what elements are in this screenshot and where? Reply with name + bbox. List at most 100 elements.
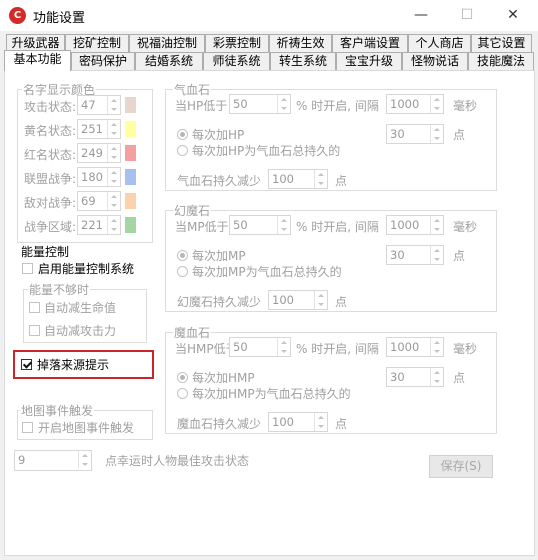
map-event-label: 开启地图事件触发 <box>38 421 135 435</box>
hp-low-input[interactable]: 50 <box>229 94 291 114</box>
auto-reduce-attack-checkbox[interactable] <box>29 325 40 336</box>
spin-arrows-icon[interactable] <box>107 216 120 234</box>
maximize-button[interactable]: ☐ <box>444 0 490 31</box>
color-label-hostile: 敌对战争: <box>24 196 77 210</box>
tab-basic-functions[interactable]: 基本功能 <box>4 50 71 71</box>
color-swatch-hostile <box>125 193 136 209</box>
tab-rebirth-system[interactable]: 转生系统 <box>270 52 336 70</box>
energy-control-title: 能量控制 <box>21 245 70 259</box>
mp-each-input[interactable]: 30 <box>386 245 444 265</box>
energy-enable-checkbox[interactable] <box>22 263 33 274</box>
energy-enable-label: 启用能量控制系统 <box>38 262 135 276</box>
spin-arrows-icon[interactable] <box>430 125 443 143</box>
auto-reduce-hp-label: 自动减生命值 <box>44 301 117 315</box>
tab-other-settings[interactable]: 其它设置 <box>471 34 532 52</box>
tab-marriage-system[interactable]: 结婚系统 <box>135 52 203 70</box>
tab-master-apprentice-system[interactable]: 师徒系统 <box>203 52 270 70</box>
mp-each-unit: 点 <box>453 249 466 263</box>
title-bar: C 功能设置 — ☐ ✕ <box>0 0 538 31</box>
spin-arrows-icon[interactable] <box>430 338 443 356</box>
hp-interval-input[interactable]: 1000 <box>386 94 444 114</box>
tab-mining-control[interactable]: 挖矿控制 <box>65 34 129 52</box>
tab-client-settings[interactable]: 客户端设置 <box>332 34 408 52</box>
color-input-hostile[interactable]: 69 <box>77 191 121 211</box>
tab-blessing-oil-control[interactable]: 祝福油控制 <box>129 34 205 52</box>
tab-monster-speech[interactable]: 怪物说话 <box>402 52 468 70</box>
spin-arrows-icon[interactable] <box>430 216 443 234</box>
hmp-each-radio[interactable] <box>177 372 188 383</box>
drop-hint-checkbox[interactable] <box>21 359 32 370</box>
tab-password-protection[interactable]: 密码保护 <box>71 52 135 70</box>
hmp-interval-input[interactable]: 1000 <box>386 337 444 357</box>
color-swatch-alliance <box>125 169 136 185</box>
mp-interval-unit: 毫秒 <box>453 220 478 234</box>
hp-each-radio[interactable] <box>177 129 188 140</box>
hp-each-input[interactable]: 30 <box>386 124 444 144</box>
mp-each-label: 每次加MP <box>192 249 246 263</box>
window-title: 功能设置 <box>33 11 86 26</box>
auto-reduce-attack-label: 自动减攻击力 <box>44 324 117 338</box>
mp-reduce-label: 幻魔石持久减少 <box>177 295 262 309</box>
hp-reduce-label: 气血石持久减少 <box>177 174 262 188</box>
color-label-yellow: 黄名状态: <box>24 124 77 138</box>
spin-arrows-icon[interactable] <box>277 95 290 113</box>
app-logo-icon: C <box>9 7 26 24</box>
hmp-reduce-unit: 点 <box>335 417 348 431</box>
map-event-checkbox[interactable] <box>22 422 33 433</box>
color-label-red: 红名状态: <box>24 148 77 162</box>
minimize-button[interactable]: — <box>398 0 444 31</box>
hmp-total-radio[interactable] <box>177 388 188 399</box>
color-input-yellow[interactable]: 251 <box>77 119 121 139</box>
spin-arrows-icon[interactable] <box>277 338 290 356</box>
close-button[interactable]: ✕ <box>490 0 536 31</box>
spin-arrows-icon[interactable] <box>107 144 120 162</box>
color-label-attack: 攻击状态: <box>24 100 77 114</box>
hmp-low-input[interactable]: 50 <box>229 337 291 357</box>
spin-arrows-icon[interactable] <box>107 168 120 186</box>
tab-skill-magic[interactable]: 技能魔法 <box>468 52 534 70</box>
hmp-reduce-label: 魔血石持久减少 <box>177 417 262 431</box>
save-button[interactable]: 保存(S) <box>429 455 493 478</box>
hmp-each-label: 每次加HMP <box>192 371 255 385</box>
mp-open-label: % 时开启, 间隔 <box>296 220 379 234</box>
spin-arrows-icon[interactable] <box>78 451 91 469</box>
hmp-each-input[interactable]: 30 <box>386 367 444 387</box>
spin-arrows-icon[interactable] <box>430 246 443 264</box>
hp-reduce-input[interactable]: 100 <box>268 169 328 189</box>
mp-low-input[interactable]: 50 <box>229 215 291 235</box>
hp-total-label: 每次加HP为气血石总持久的 <box>192 144 341 158</box>
tab-prayer-effect[interactable]: 祈祷生效 <box>269 34 332 52</box>
mp-interval-input[interactable]: 1000 <box>386 215 444 235</box>
color-input-attack[interactable]: 47 <box>77 95 121 115</box>
spin-arrows-icon[interactable] <box>314 291 327 309</box>
color-swatch-attack <box>125 97 136 113</box>
spin-arrows-icon[interactable] <box>277 216 290 234</box>
tab-pet-upgrade[interactable]: 宝宝升级 <box>336 52 402 70</box>
hp-each-unit: 点 <box>453 128 466 142</box>
hp-total-radio[interactable] <box>177 145 188 156</box>
color-input-red[interactable]: 249 <box>77 143 121 163</box>
color-swatch-red <box>125 145 136 161</box>
mp-reduce-input[interactable]: 100 <box>268 290 328 310</box>
spin-arrows-icon[interactable] <box>107 120 120 138</box>
hmp-reduce-input[interactable]: 100 <box>268 412 328 432</box>
map-event-title: 地图事件触发 <box>20 402 95 419</box>
auto-reduce-hp-checkbox[interactable] <box>29 302 40 313</box>
spin-arrows-icon[interactable] <box>430 368 443 386</box>
mp-total-label: 每次加MP为气血石总持久的 <box>192 265 342 279</box>
tab-lottery-control[interactable]: 彩票控制 <box>205 34 269 52</box>
tab-personal-shop[interactable]: 个人商店 <box>408 34 471 52</box>
color-input-war-zone[interactable]: 221 <box>77 215 121 235</box>
lucky-value-input[interactable]: 9 <box>14 450 92 471</box>
hp-stone-title: 气血石 <box>173 81 212 98</box>
mp-total-radio[interactable] <box>177 266 188 277</box>
energy-insufficient-title: 能量不够时 <box>28 281 91 298</box>
hmp-open-label: % 时开启, 间隔 <box>296 342 379 356</box>
spin-arrows-icon[interactable] <box>314 170 327 188</box>
spin-arrows-icon[interactable] <box>314 413 327 431</box>
spin-arrows-icon[interactable] <box>430 95 443 113</box>
spin-arrows-icon[interactable] <box>107 96 120 114</box>
mp-each-radio[interactable] <box>177 250 188 261</box>
spin-arrows-icon[interactable] <box>107 192 120 210</box>
color-input-alliance[interactable]: 180 <box>77 167 121 187</box>
